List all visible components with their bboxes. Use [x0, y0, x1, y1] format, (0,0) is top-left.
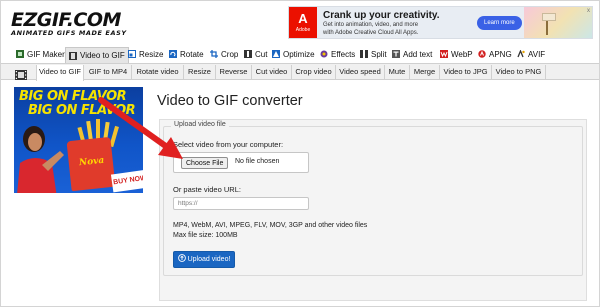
tab-video-speed[interactable]: Video speed	[336, 65, 385, 79]
page: EZGIF.COM ANIMATED GIFS MADE EASY A Adob…	[0, 0, 600, 307]
page-title: Video to GIF converter	[157, 93, 303, 109]
webp-icon	[440, 50, 448, 58]
tab-gif-to-mp4[interactable]: GIF to MP4	[85, 65, 132, 79]
formats-note: MP4, WebM, AVI, MPEG, FLV, MOV, 3GP and …	[173, 222, 368, 229]
nav-label: GIF Maker	[27, 49, 65, 59]
url-input[interactable]: https://	[173, 197, 309, 210]
nav-gif-maker[interactable]: GIF Maker	[13, 47, 68, 61]
ad-art-frame	[542, 13, 556, 21]
adobe-logo-name: Adobe	[295, 27, 311, 33]
text-icon	[392, 50, 400, 58]
ad-line-1: Get into animation, video, and more	[323, 22, 419, 28]
promo-ad[interactable]: BIG ON FLAVOR BIG ON FLAVOR Nova BUY NOW	[14, 87, 143, 193]
tab-merge[interactable]: Merge	[410, 65, 440, 79]
url-label: Or paste video URL:	[173, 185, 241, 194]
ad-learn-more-button[interactable]: Learn more	[477, 16, 522, 30]
avif-icon	[517, 49, 525, 58]
split-icon	[360, 50, 368, 58]
file-status: No file chosen	[235, 158, 280, 165]
nav-label: WebP	[451, 49, 473, 59]
nav-webp[interactable]: WebP	[437, 47, 476, 61]
scissors-icon	[244, 50, 252, 58]
ad-copy: Crank up your creativity. Get into anima…	[323, 10, 473, 37]
nav-label: Cut	[255, 49, 268, 59]
film-icon	[69, 51, 77, 60]
promo-person-image	[17, 126, 64, 193]
nav-label: Split	[371, 49, 387, 59]
effects-icon	[320, 50, 328, 58]
upload-video-button[interactable]: Upload video!	[173, 251, 235, 268]
nav-avif[interactable]: AVIF	[514, 47, 548, 61]
tab-mute[interactable]: Mute	[385, 65, 410, 79]
choose-file-button[interactable]: Choose File	[181, 157, 229, 169]
site-logo[interactable]: EZGIF.COM ANIMATED GIFS MADE EASY	[11, 10, 127, 37]
tab-cut-video[interactable]: Cut video	[252, 65, 292, 79]
nav-cut[interactable]: Cut	[241, 47, 270, 61]
logo-tagline: ANIMATED GIFS MADE EASY	[11, 29, 127, 37]
nav-crop[interactable]: Crop	[207, 47, 241, 61]
nav-label: APNG	[489, 49, 512, 59]
tab-video-to-png[interactable]: Video to PNG	[492, 65, 546, 79]
rotate-icon	[169, 50, 177, 58]
gif-maker-icon	[16, 50, 24, 58]
ad-close-icon[interactable]: x	[587, 8, 590, 14]
tab-video-to-gif[interactable]: Video to GIF	[36, 65, 84, 81]
nav-label: Crop	[221, 49, 239, 59]
nav-label: AVIF	[528, 49, 546, 59]
select-file-label: Select video from your computer:	[173, 140, 284, 149]
max-size-note: Max file size: 100MB	[173, 232, 238, 239]
nav-label: Add text	[403, 49, 433, 59]
nav-apng[interactable]: APNG	[475, 47, 515, 61]
tab-crop-video[interactable]: Crop video	[292, 65, 336, 79]
apng-icon	[478, 50, 486, 58]
nav-label: Optimize	[283, 49, 315, 59]
logo-wordmark: EZGIF.COM	[11, 9, 121, 31]
adobe-logo: A Adobe	[289, 7, 317, 38]
ad-banner[interactable]: A Adobe Crank up your creativity. Get in…	[288, 6, 593, 39]
tab-rotate-video[interactable]: Rotate video	[132, 65, 184, 79]
promo-headline-1: BIG ON FLAVOR	[19, 89, 127, 104]
nav-label: Effects	[331, 49, 356, 59]
nav-rotate[interactable]: Rotate	[166, 47, 207, 61]
resize-icon	[128, 50, 136, 58]
promo-headline-2: BIG ON FLAVOR	[28, 103, 136, 118]
nav-label: Video to GIF	[80, 51, 125, 60]
crop-icon	[210, 50, 218, 58]
ad-title: Crank up your creativity.	[323, 10, 440, 21]
nav-label: Rotate	[180, 49, 204, 59]
nav-label: Resize	[139, 49, 164, 59]
optimize-icon	[272, 50, 280, 58]
nav-effects[interactable]: Effects	[317, 47, 358, 61]
upload-video-label: Upload video!	[187, 256, 231, 263]
nav-add-text[interactable]: Add text	[389, 47, 435, 61]
file-input[interactable]: Choose File No file chosen	[173, 152, 309, 173]
promo-buy-now-button[interactable]: BUY NOW	[110, 169, 143, 193]
primary-nav: GIF Maker Video to GIF Resize Rotate Cro…	[1, 45, 599, 63]
nav-split[interactable]: Split	[357, 47, 390, 61]
tab-resize[interactable]: Resize	[184, 65, 216, 79]
fieldset-legend: Upload video file	[171, 121, 229, 128]
nav-video-to-gif[interactable]: Video to GIF	[65, 47, 129, 63]
tab-video-to-jpg[interactable]: Video to JPG	[440, 65, 492, 79]
ad-art-stand	[546, 21, 548, 35]
secondary-nav: Video to GIF GIF to MP4 Rotate video Res…	[1, 63, 599, 81]
cloud-upload-icon	[177, 254, 186, 262]
ad-artwork	[524, 7, 592, 38]
film-strip-icon	[15, 67, 27, 80]
tab-reverse[interactable]: Reverse	[216, 65, 252, 79]
nav-optimize[interactable]: Optimize	[269, 47, 318, 61]
ad-line-2: with Adobe Creative Cloud All Apps.	[323, 30, 419, 36]
nav-resize[interactable]: Resize	[125, 47, 166, 61]
adobe-logo-letter: A	[298, 11, 308, 26]
